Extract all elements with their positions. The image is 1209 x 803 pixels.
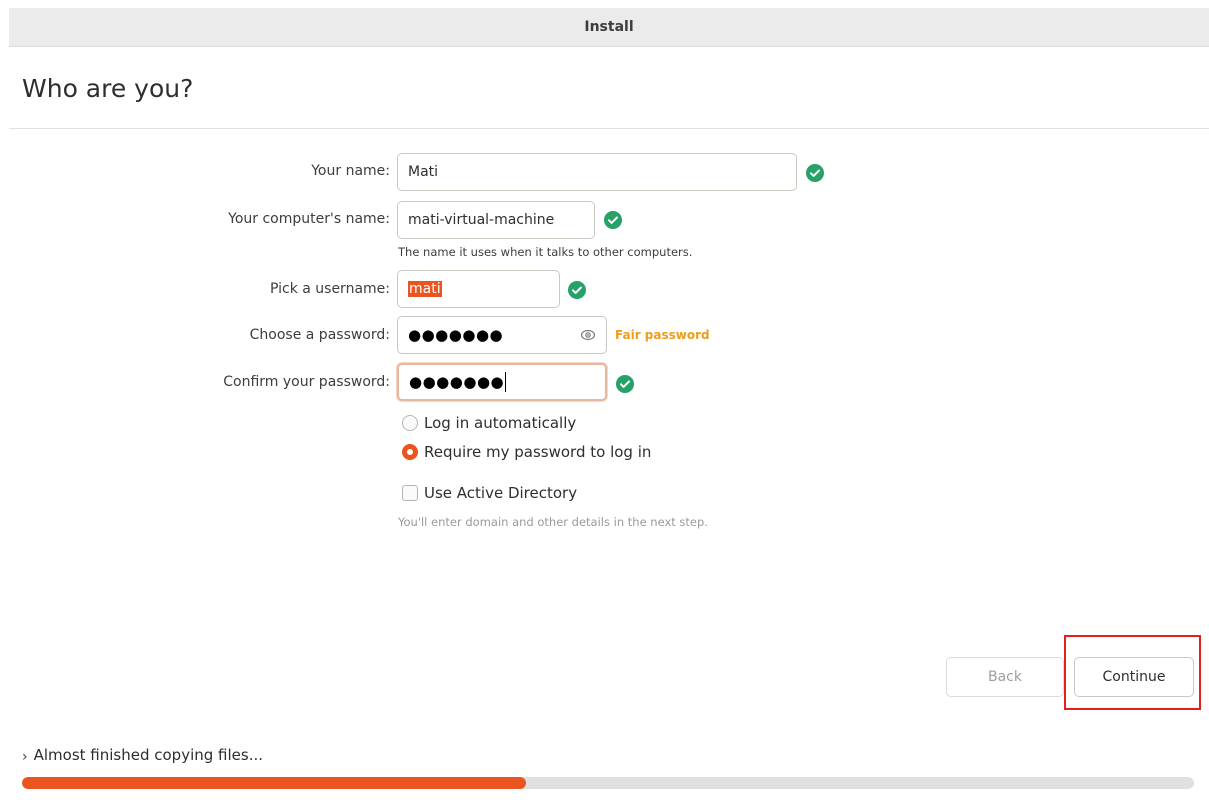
username-value: mati: [408, 281, 442, 297]
radio-selected-icon[interactable]: [402, 444, 418, 460]
require-password-label: Require my password to log in: [424, 443, 652, 461]
checkbox-icon[interactable]: [402, 485, 418, 501]
password-masked-value: ●●●●●●●: [408, 326, 504, 344]
password-label: Choose a password:: [249, 327, 390, 343]
computer-name-label: Your computer's name:: [228, 211, 390, 227]
computer-name-field[interactable]: mati-virtual-machine: [397, 201, 595, 239]
progress-bar-fill: [22, 777, 526, 789]
password-field[interactable]: ●●●●●●●: [397, 316, 607, 354]
active-directory-hint: You'll enter domain and other details in…: [398, 515, 708, 529]
username-field[interactable]: mati: [397, 270, 560, 308]
active-directory-checkbox[interactable]: Use Active Directory: [402, 484, 577, 502]
login-automatically-label: Log in automatically: [424, 414, 577, 432]
window-title: Install: [584, 19, 634, 35]
confirm-password-masked-value: ●●●●●●●: [409, 373, 505, 391]
page-title: Who are you?: [22, 74, 194, 103]
computer-name-valid-check-icon: [604, 211, 622, 229]
password-strength-label: Fair password: [615, 328, 710, 342]
confirm-password-valid-check-icon: [616, 375, 634, 393]
require-password-radio[interactable]: Require my password to log in: [402, 443, 651, 461]
progress-bar: [22, 777, 1194, 789]
window-titlebar: Install: [9, 8, 1209, 47]
reveal-password-eye-icon[interactable]: [580, 327, 596, 343]
status-expander[interactable]: › Almost finished copying files...: [22, 746, 264, 765]
continue-highlight-box: [1064, 635, 1201, 710]
login-automatically-radio[interactable]: Log in automatically: [402, 414, 576, 432]
back-button[interactable]: Back: [946, 657, 1064, 697]
active-directory-label: Use Active Directory: [424, 484, 578, 502]
radio-unselected-icon[interactable]: [402, 415, 418, 431]
username-valid-check-icon: [568, 281, 586, 299]
text-cursor: [505, 372, 507, 392]
name-field[interactable]: Mati: [397, 153, 797, 191]
username-label: Pick a username:: [269, 281, 390, 297]
status-text: Almost finished copying files...: [33, 746, 264, 764]
computer-name-value: mati-virtual-machine: [408, 212, 555, 228]
chevron-right-icon: ›: [22, 749, 28, 765]
name-valid-check-icon: [806, 164, 824, 182]
header-divider: [9, 128, 1209, 129]
confirm-password-field[interactable]: ●●●●●●●: [397, 363, 607, 401]
name-label: Your name:: [311, 163, 390, 179]
name-value: Mati: [408, 164, 439, 180]
confirm-password-label: Confirm your password:: [223, 374, 390, 390]
computer-name-hint: The name it uses when it talks to other …: [398, 245, 693, 259]
